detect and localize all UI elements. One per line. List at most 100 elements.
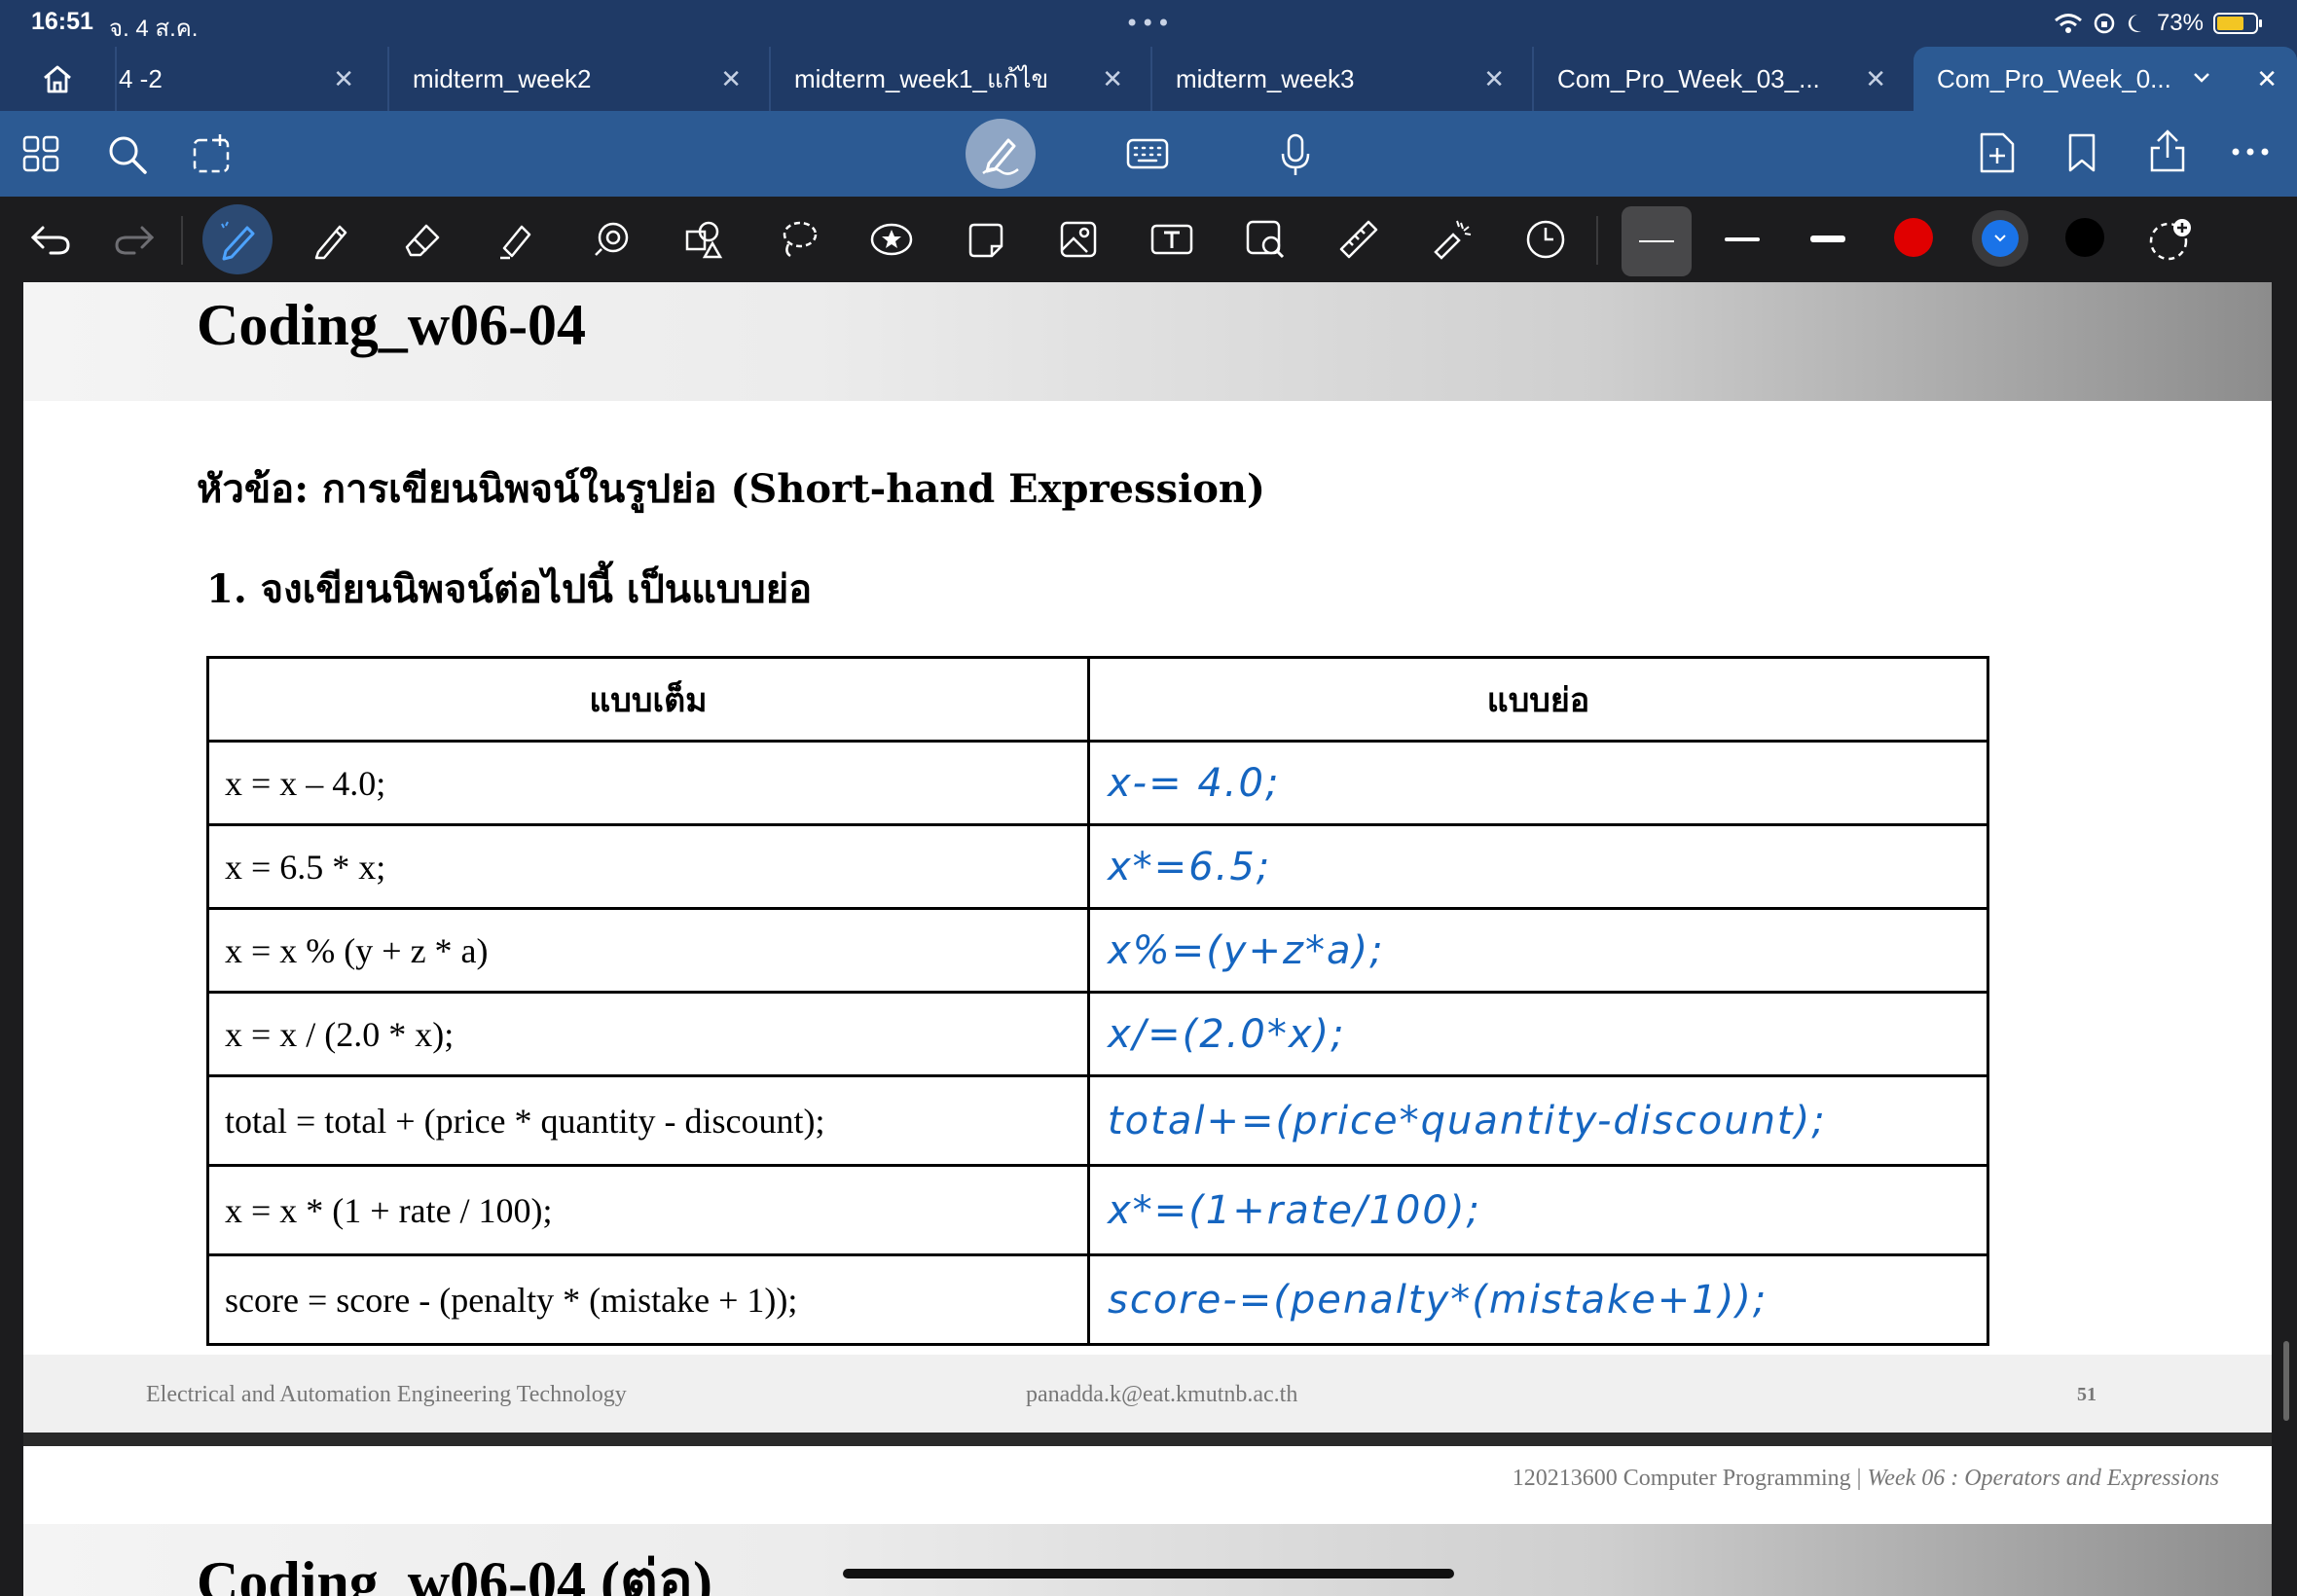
add-color-button[interactable] (2141, 210, 2200, 269)
slide-title: Coding_w06-04 (197, 293, 587, 357)
close-icon[interactable]: ✕ (720, 64, 742, 94)
tab-3[interactable]: midterm_week3 ✕ (1150, 47, 1532, 111)
tab-0[interactable]: 4 -2 ✕ (115, 47, 382, 111)
tab-4[interactable]: Com_Pro_Week_03_... ✕ (1532, 47, 1914, 111)
add-page-button[interactable] (1978, 130, 2017, 175)
document-view[interactable]: Coding_w06-04 หัวข้อ: การเขียนนิพจน์ในรู… (23, 282, 2272, 1596)
shape-tool-button[interactable] (582, 210, 640, 269)
pencil-tool-button[interactable] (302, 210, 360, 269)
home-icon (44, 65, 71, 93)
slide-title: Coding_w06-04 (ต่อ) (197, 1550, 713, 1596)
zoom-window-button[interactable] (1236, 210, 1294, 269)
tab-2[interactable]: midterm_week1_แก้ไข ✕ (769, 47, 1150, 111)
text-tool-button[interactable] (1143, 210, 1201, 269)
bookmark-button[interactable] (2065, 132, 2098, 173)
header-short: แบบย่อ (1087, 656, 1989, 743)
shapes-tool-button[interactable] (675, 210, 734, 269)
more-button[interactable] (2231, 146, 2270, 158)
pen-tool-button[interactable] (202, 204, 273, 274)
course-header: 120213600 Computer Programming | Week 06… (1513, 1466, 2219, 1492)
zoom-image-icon (1246, 220, 1285, 259)
color-blue-swatch-selected[interactable] (1972, 210, 2028, 267)
microphone-button[interactable] (1279, 132, 1312, 177)
stroke-thin-button[interactable] (1622, 206, 1692, 276)
tab-label: Com_Pro_Week_0... (1937, 63, 2171, 93)
sticky-note-tool-button[interactable] (956, 210, 1014, 269)
pencil-icon (314, 225, 347, 260)
stroke-medium-button[interactable] (1713, 210, 1771, 269)
add-color-icon (2149, 219, 2191, 261)
document-toolbar (0, 111, 2297, 197)
image-tool-button[interactable] (1049, 210, 1108, 269)
bookmark-icon (2068, 133, 2096, 172)
week-title: Week 06 : Operators and Expressions (1867, 1466, 2219, 1491)
wifi-icon (2054, 14, 2082, 33)
search-button[interactable] (107, 134, 148, 175)
orientation-lock-icon (2094, 13, 2115, 34)
highlighter-tool-button[interactable] (487, 210, 545, 269)
chevron-down-icon (1994, 235, 2006, 242)
multitask-handle[interactable]: ••• (1125, 10, 1172, 37)
lasso-tool-button[interactable] (769, 210, 827, 269)
full-expression: x = 6.5 * x; (206, 823, 1090, 910)
share-icon (2150, 129, 2185, 172)
tab-1[interactable]: midterm_week2 ✕ (387, 47, 769, 111)
close-icon[interactable]: ✕ (1865, 64, 1886, 94)
color-black-swatch[interactable] (2065, 218, 2104, 257)
pen-mode-button[interactable] (966, 119, 1036, 189)
close-icon[interactable]: ✕ (333, 64, 354, 94)
color-red-swatch[interactable] (1894, 218, 1933, 257)
close-icon[interactable]: ✕ (1102, 64, 1123, 94)
handwritten-answer: x*=6.5; (1087, 823, 1989, 910)
close-icon[interactable]: ✕ (2256, 64, 2278, 94)
full-expression: x = x * (1 + rate / 100); (206, 1164, 1090, 1256)
chevron-down-icon[interactable] (2192, 70, 2211, 86)
footer-department: Electrical and Automation Engineering Te… (146, 1382, 627, 1407)
full-expression: x = x / (2.0 * x); (206, 991, 1090, 1077)
annotation-toolbar (0, 197, 2297, 282)
stroke-thick-button[interactable] (1799, 210, 1857, 269)
table-row: x = x / (2.0 * x); x/=(2.0*x); (206, 991, 1989, 1077)
laser-pointer-button[interactable] (1423, 210, 1481, 269)
eraser-tool-button[interactable] (393, 210, 452, 269)
tab-5-active[interactable]: Com_Pro_Week_0... ✕ (1914, 47, 2297, 111)
divider (1596, 216, 1598, 265)
star-sticker-icon (870, 223, 913, 256)
table-row: x = 6.5 * x; x*=6.5; (206, 823, 1989, 910)
microphone-icon (1281, 133, 1310, 175)
share-button[interactable] (2147, 128, 2188, 173)
status-bar: 16:51 จ. 4 ส.ค. ••• 73% (0, 0, 2297, 47)
close-icon[interactable]: ✕ (1483, 64, 1505, 94)
ruler-tool-button[interactable] (1330, 210, 1388, 269)
question-text: 1. จงเขียนนิพจน์ต่อไปนี้ เป็นแบบย่อ (206, 566, 813, 612)
table-header-row: แบบเต็ม แบบย่อ (206, 656, 1989, 743)
handwritten-answer: x/=(2.0*x); (1087, 991, 1989, 1077)
scrollbar[interactable] (2283, 1341, 2289, 1421)
more-icon (2232, 148, 2269, 156)
full-expression: total = total + (price * quantity - disc… (206, 1074, 1090, 1167)
handwritten-answer: total+=(price*quantity-discount); (1087, 1074, 1989, 1167)
clock-icon (1526, 220, 1565, 259)
table-row: x = x % (y + z * a) x%=(y+z*a); (206, 907, 1989, 994)
thumbnails-button[interactable] (21, 134, 60, 173)
bookmark-outline-button[interactable] (191, 132, 236, 177)
full-expression: score = score - (penalty * (mistake + 1)… (206, 1253, 1090, 1346)
moon-icon (2128, 14, 2141, 32)
keyboard-button[interactable] (1125, 136, 1170, 171)
sticker-tool-button[interactable] (862, 210, 921, 269)
undo-button[interactable] (21, 210, 80, 269)
page-number: 51 (2077, 1384, 2096, 1405)
home-indicator[interactable] (843, 1569, 1454, 1578)
thin-stroke-icon (1639, 240, 1674, 242)
slide-footer: Electrical and Automation Engineering Te… (23, 1355, 2272, 1433)
pdf-page[interactable]: Coding_w06-04 หัวข้อ: การเขียนนิพจน์ในรู… (23, 282, 2272, 1433)
document-outline-icon (193, 134, 230, 173)
redo-button[interactable] (105, 210, 164, 269)
grid-icon (22, 135, 59, 172)
table-row: x = x – 4.0; x-= 4.0; (206, 740, 1989, 826)
battery-percent: 73% (2156, 10, 2204, 36)
tab-label: midterm_week1_แก้ไข (794, 63, 1049, 93)
history-button[interactable] (1516, 210, 1575, 269)
thick-stroke-icon (1810, 236, 1845, 242)
home-button[interactable] (0, 47, 115, 111)
